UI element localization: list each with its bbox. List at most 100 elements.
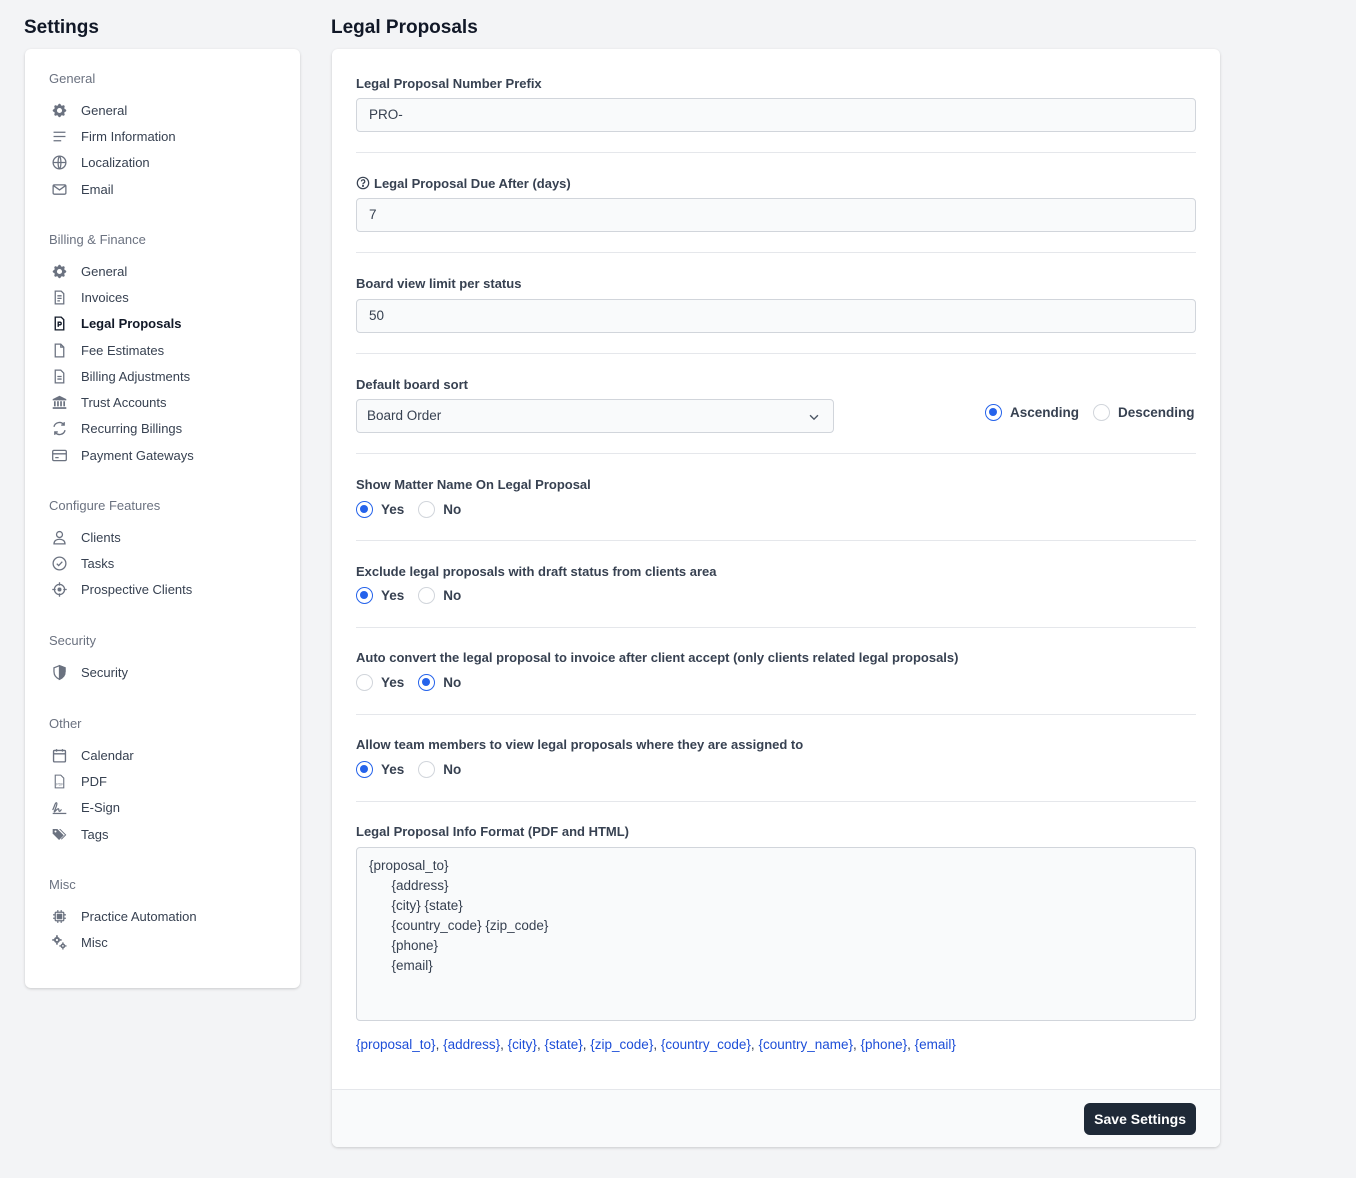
sidebar-item-tags[interactable]: Tags	[49, 821, 134, 847]
separator: ,	[853, 1037, 861, 1052]
board-limit-label: Board view limit per status	[356, 275, 522, 291]
show-matter-yes-radio[interactable]: Yes	[356, 501, 404, 518]
no-label: No	[443, 762, 462, 777]
save-settings-button[interactable]: Save Settings	[1084, 1103, 1196, 1135]
settings-panel: Legal Proposal Number Prefix PRO- Legal …	[332, 49, 1220, 1147]
yes-label: Yes	[381, 762, 405, 777]
sidebar-item-label: Practice Automation	[81, 908, 197, 924]
chip-icon	[49, 906, 69, 926]
info-format-textarea[interactable]: {proposal_to} {address} {city} {state} {…	[356, 847, 1196, 1021]
auto-convert-no-radio[interactable]: No	[418, 674, 461, 691]
credit-card-icon	[49, 445, 69, 465]
team-view-label: Allow team members to view legal proposa…	[356, 736, 804, 752]
descending-label: Descending	[1118, 405, 1195, 420]
proposal-icon	[49, 314, 69, 334]
svg-text:PDF: PDF	[56, 782, 64, 786]
team-view-yes-radio[interactable]: Yes	[356, 761, 404, 778]
sidebar-item-trust-accounts[interactable]: Trust Accounts	[49, 389, 194, 415]
sidebar-item-fee-estimates[interactable]: Fee Estimates	[49, 337, 194, 363]
placeholder-link[interactable]: {country_code}	[661, 1037, 751, 1052]
sidebar-item-label: Payment Gateways	[81, 447, 194, 463]
sidebar-item-tasks[interactable]: Tasks	[49, 550, 192, 576]
show-matter-no-radio[interactable]: No	[418, 501, 461, 518]
nav-group-heading: Other	[49, 716, 82, 731]
envelope-icon	[49, 179, 69, 199]
user-icon	[49, 527, 69, 547]
sidebar-title: Settings	[24, 17, 99, 38]
invoice-icon	[49, 287, 69, 307]
placeholder-link[interactable]: {address}	[443, 1037, 500, 1052]
nav-group: Configure Features Clients Tasks Prospectiv…	[49, 498, 192, 603]
sidebar-item-label: Security	[81, 664, 128, 680]
sidebar-item-billing-adjustments[interactable]: Billing Adjustments	[49, 363, 194, 389]
radio-dot	[356, 501, 373, 518]
sidebar-item-general[interactable]: General	[49, 258, 194, 284]
sidebar-item-practice-automation[interactable]: Practice Automation	[49, 903, 197, 929]
sidebar-item-label: Recurring Billings	[81, 421, 183, 437]
placeholder-link[interactable]: {phone}	[861, 1037, 908, 1052]
auto-convert-yes-radio[interactable]: Yes	[356, 674, 404, 691]
sidebar-item-email[interactable]: Email	[49, 176, 176, 202]
sidebar-item-legal-proposals[interactable]: Legal Proposals	[49, 311, 194, 337]
sidebar-item-label: Clients	[81, 529, 121, 545]
sidebar-item-label: Prospective Clients	[81, 582, 193, 598]
help-icon[interactable]	[356, 176, 370, 190]
radio-dot	[356, 674, 373, 691]
placeholder-link[interactable]: {email}	[915, 1037, 956, 1052]
placeholder-link[interactable]: {proposal_to}	[356, 1037, 436, 1052]
gear-icon	[49, 100, 69, 120]
pdf-icon: PDF	[49, 771, 69, 791]
sidebar-item-general[interactable]: General	[49, 97, 176, 123]
team-view-no-radio[interactable]: No	[418, 761, 461, 778]
calendar-icon	[49, 745, 69, 765]
board-limit-input[interactable]: 50	[356, 299, 1196, 333]
nav-group-heading: Misc	[49, 877, 76, 892]
sidebar-item-prospective-clients[interactable]: Prospective Clients	[49, 577, 192, 603]
placeholder-link[interactable]: {city}	[508, 1037, 537, 1052]
sidebar-item-payment-gateways[interactable]: Payment Gateways	[49, 442, 194, 468]
board-sort-select[interactable]: Board Order	[356, 399, 834, 433]
divider	[356, 252, 1196, 253]
nav-group-heading: Billing & Finance	[49, 232, 146, 247]
due-after-input[interactable]: 7	[356, 198, 1196, 232]
board-limit-field: Board view limit per status 50	[356, 274, 1196, 333]
document-text-icon	[49, 366, 69, 386]
prefix-input[interactable]: PRO-	[356, 98, 1196, 132]
exclude-draft-radios: Yes No	[356, 587, 475, 604]
ascending-radio[interactable]: Ascending	[985, 404, 1079, 421]
nav-group-heading: Configure Features	[49, 498, 161, 513]
sidebar-item-calendar[interactable]: Calendar	[49, 742, 134, 768]
sidebar-item-security[interactable]: Security	[49, 659, 128, 685]
due-after-field: Legal Proposal Due After (days) 7	[356, 174, 1196, 232]
placeholder-link[interactable]: {zip_code}	[590, 1037, 653, 1052]
nav-group: Billing & Finance General Invoices Legal Pr…	[49, 232, 194, 468]
sidebar-item-e-sign[interactable]: E-Sign	[49, 795, 134, 821]
sidebar-item-clients[interactable]: Clients	[49, 524, 192, 550]
exclude-draft-no-radio[interactable]: No	[418, 587, 461, 604]
auto-convert-field: Auto convert the legal proposal to invoi…	[356, 648, 1196, 691]
sidebar-item-pdf[interactable]: PDF PDF	[49, 768, 134, 794]
sidebar-item-recurring-billings[interactable]: Recurring Billings	[49, 416, 194, 442]
panel-footer: Save Settings	[332, 1089, 1220, 1147]
no-label: No	[443, 588, 462, 603]
nav-group-heading: General	[49, 71, 96, 86]
info-format-field: Legal Proposal Info Format (PDF and HTML…	[356, 822, 1196, 1021]
sidebar-item-localization[interactable]: Localization	[49, 150, 176, 176]
exclude-draft-yes-radio[interactable]: Yes	[356, 587, 404, 604]
placeholder-link[interactable]: {state}	[544, 1037, 582, 1052]
sidebar-item-firm-information[interactable]: Firm Information	[49, 123, 176, 149]
show-matter-field: Show Matter Name On Legal Proposal Yes N…	[356, 475, 1196, 518]
radio-dot	[985, 404, 1002, 421]
descending-radio[interactable]: Descending	[1093, 404, 1195, 421]
sidebar-item-label: Email	[81, 181, 114, 197]
sidebar-item-invoices[interactable]: Invoices	[49, 284, 194, 310]
nav-group: General General Firm Information Localizati…	[49, 71, 176, 202]
bank-icon	[49, 393, 69, 413]
radio-dot	[418, 674, 436, 691]
separator: ,	[907, 1037, 915, 1052]
yes-label: Yes	[381, 588, 405, 603]
divider	[356, 627, 1196, 628]
placeholder-link[interactable]: {country_name}	[758, 1037, 853, 1052]
sidebar-item-misc[interactable]: Misc	[49, 929, 197, 955]
sidebar-item-label: Firm Information	[81, 128, 176, 144]
